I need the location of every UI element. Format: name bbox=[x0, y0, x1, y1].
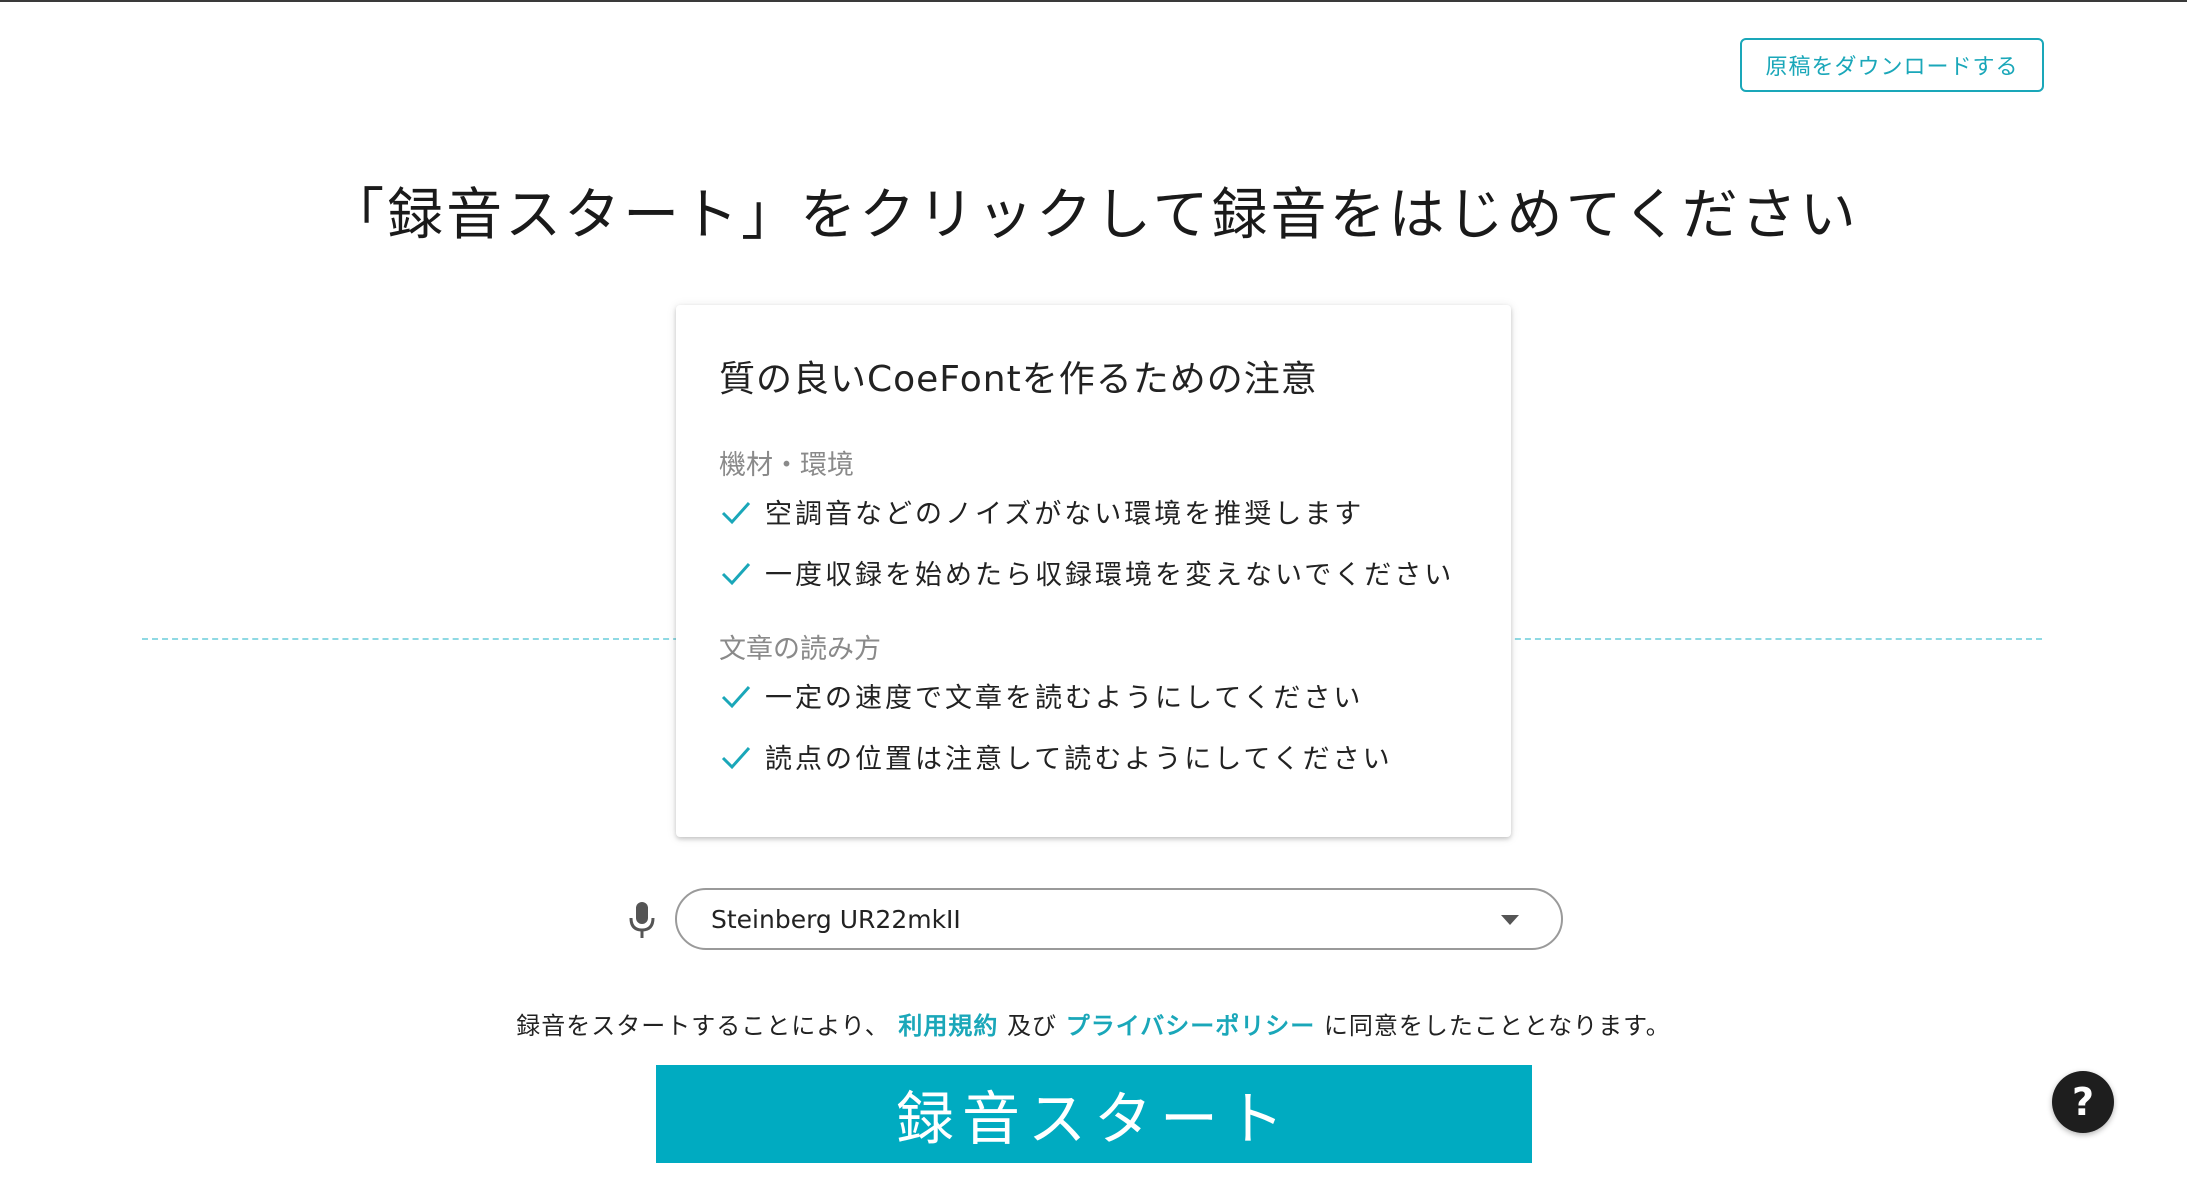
page-title: 「録音スタート」をクリックして録音をはじめてください bbox=[328, 183, 1859, 248]
list-item: 読点の位置は注意して読むようにしてください bbox=[719, 737, 1393, 776]
section-label-reading: 文章の読み方 bbox=[719, 634, 881, 665]
notice-card-title: 質の良いCoeFontを作るための注意 bbox=[719, 359, 1318, 400]
top-border bbox=[0, 0, 2187, 2]
list-item: 一定の速度で文章を読むようにしてください bbox=[719, 676, 1363, 715]
audio-device-selected-value: Steinberg UR22mkII bbox=[711, 904, 961, 934]
list-item: 一度収録を始めたら収録環境を変えないでください bbox=[719, 553, 1454, 592]
terms-of-service-link[interactable]: 利用規約 bbox=[898, 1012, 998, 1040]
check-icon bbox=[721, 562, 751, 585]
notice-card: 質の良いCoeFontを作るための注意 機材・環境 空調音などのノイズがない環境… bbox=[676, 305, 1511, 837]
audio-device-select[interactable]: Steinberg UR22mkII bbox=[675, 888, 1563, 950]
list-item-text: 一度収録を始めたら収録環境を変えないでください bbox=[765, 560, 1455, 591]
microphone-icon bbox=[629, 902, 655, 938]
download-script-button[interactable]: 原稿をダウンロードする bbox=[1740, 38, 2044, 92]
list-item-text: 一定の速度で文章を読むようにしてください bbox=[765, 683, 1364, 714]
start-recording-button[interactable]: 録音スタート bbox=[656, 1065, 1532, 1163]
dropdown-arrow-icon[interactable] bbox=[1501, 915, 1519, 925]
consent-conjunction: 及び bbox=[1007, 1012, 1058, 1040]
check-icon bbox=[721, 685, 751, 708]
list-item-text: 読点の位置は注意して読むようにしてください bbox=[765, 744, 1393, 775]
section-label-equipment: 機材・環境 bbox=[719, 450, 854, 481]
check-icon bbox=[721, 746, 751, 769]
list-item: 空調音などのノイズがない環境を推奨します bbox=[719, 492, 1364, 531]
consent-prefix: 録音をスタートすることにより、 bbox=[516, 1012, 890, 1040]
list-item-text: 空調音などのノイズがない環境を推奨します bbox=[765, 499, 1365, 530]
consent-suffix: に同意をしたこととなります。 bbox=[1323, 1012, 1671, 1040]
privacy-policy-link[interactable]: プライバシーポリシー bbox=[1066, 1012, 1316, 1040]
consent-text: 録音をスタートすることにより、 利用規約 及び プライバシーポリシー に同意をし… bbox=[0, 1006, 2187, 1041]
check-icon bbox=[721, 501, 751, 524]
help-button[interactable]: ? bbox=[2052, 1071, 2114, 1133]
